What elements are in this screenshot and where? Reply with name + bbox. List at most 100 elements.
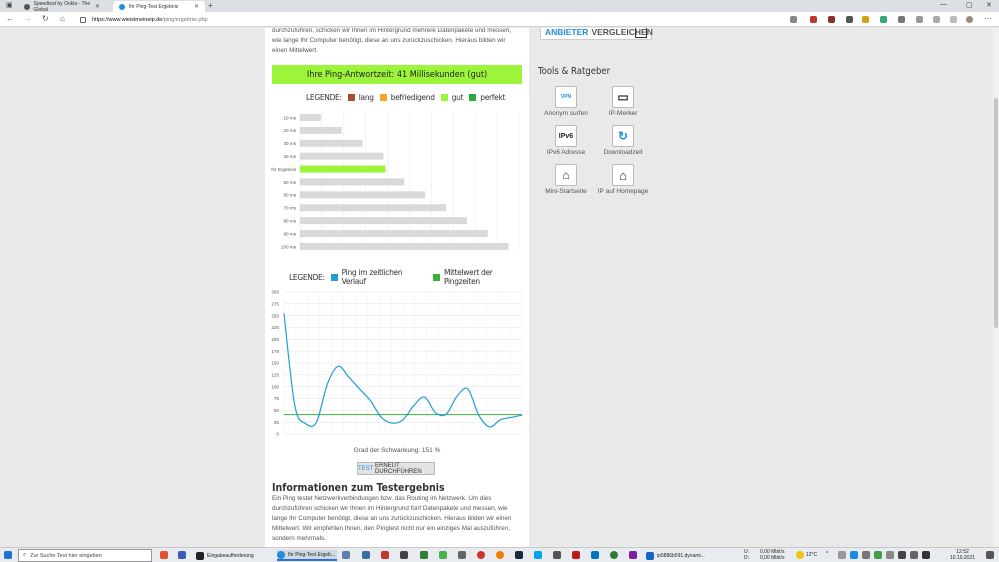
tray-icon[interactable] — [850, 551, 858, 559]
extension-icon[interactable] — [846, 16, 853, 23]
clock[interactable]: 12:52 10.10.2021 — [950, 549, 975, 561]
new-tab-icon[interactable]: + — [208, 1, 213, 10]
favorites-star-icon[interactable] — [790, 16, 797, 23]
notepad-icon[interactable] — [362, 551, 370, 559]
ipv6-icon: IPv6 — [555, 125, 577, 147]
url-path: /ping/ergebnis.php — [162, 16, 208, 23]
legend-swatch-ping-verlauf — [330, 273, 338, 281]
app-icon[interactable] — [591, 551, 599, 559]
close-tab-icon[interactable]: ✕ — [194, 3, 199, 10]
calculator-icon[interactable] — [342, 551, 350, 559]
steam-icon[interactable] — [515, 551, 523, 559]
back-icon[interactable]: ← — [6, 14, 14, 23]
taskbar-app-remote[interactable]: ip5886b591.dynami... — [646, 550, 706, 561]
tab-speedtest[interactable]: Speedtest by Ookla - The Global ✕ — [18, 1, 106, 13]
app-icon[interactable] — [534, 551, 542, 559]
notifications-icon[interactable] — [986, 551, 994, 559]
document-icon — [635, 28, 647, 38]
tray-icon[interactable] — [874, 551, 882, 559]
more-menu-icon[interactable]: ⋯ — [984, 14, 992, 23]
taskbar-app-cmd[interactable]: Eingabeaufforderung — [196, 550, 272, 561]
taskbar-app-edge[interactable]: Ihr Ping-Test Ergeb... — [277, 550, 337, 561]
app-icon[interactable] — [572, 551, 580, 559]
sidebar: ANBIETER VERGLEICHEN Tools & Ratgeber VPN… — [530, 28, 662, 547]
extension-icon[interactable] — [898, 16, 905, 23]
vpn-shield-icon: VPN — [555, 86, 577, 108]
maximize-icon[interactable]: ▢ — [966, 1, 973, 9]
tool-mini-startseite[interactable]: ⌂ Mini-Startseite — [536, 164, 596, 195]
app-icon[interactable] — [400, 551, 408, 559]
xbox-icon[interactable] — [439, 551, 447, 559]
extension-icon[interactable] — [880, 16, 887, 23]
extension-icon[interactable] — [862, 16, 869, 23]
app-icon[interactable] — [553, 551, 561, 559]
network-icon[interactable] — [898, 551, 906, 559]
remote-desktop-icon — [646, 551, 654, 560]
tool-ip-auf-homepage[interactable]: ⌂ IP auf Homepage — [593, 164, 653, 195]
app-icon[interactable] — [610, 551, 618, 559]
bar — [300, 230, 488, 238]
extension-icon[interactable] — [810, 16, 817, 23]
app-icon[interactable] — [496, 551, 504, 559]
app-icon[interactable] — [629, 551, 637, 559]
network-speed-values: 0,00 Mbit/s 0,00 Mbit/s — [760, 549, 784, 561]
download-time-icon: ↻ — [612, 125, 634, 147]
cmd-icon — [196, 551, 204, 560]
maps-pin-icon[interactable] — [160, 551, 168, 559]
tab-ping-result[interactable]: Ihr Ping-Test Ergebnis ✕ — [113, 1, 205, 12]
tray-icon[interactable] — [886, 551, 894, 559]
close-window-icon[interactable]: ✕ — [986, 1, 992, 9]
result-bar — [300, 165, 386, 173]
scrollbar-thumb[interactable] — [994, 98, 998, 328]
extension-icon[interactable] — [828, 16, 835, 23]
compare-label-part1: ANBIETER — [545, 28, 589, 37]
weather-icon[interactable] — [796, 551, 804, 559]
tab-actions-icon[interactable]: ▣ — [6, 1, 13, 9]
tray-icon[interactable] — [838, 551, 846, 559]
home-icon[interactable]: ⌂ — [60, 14, 65, 23]
close-tab-icon[interactable]: ✕ — [95, 3, 100, 10]
app-icon[interactable] — [458, 551, 466, 559]
y-tick-label: 250 — [271, 313, 279, 318]
tool-anonym-surfen[interactable]: VPN Anonym surfen — [536, 86, 596, 117]
bar-category-label: 90 ms — [283, 231, 296, 236]
tool-label: IP auf Homepage — [597, 188, 649, 195]
app-icon[interactable] — [420, 551, 428, 559]
bar-category-label: 70 ms — [283, 206, 296, 211]
compare-providers-button[interactable]: ANBIETER VERGLEICHEN — [540, 28, 653, 40]
language-icon[interactable] — [922, 551, 930, 559]
page-scrollbar[interactable] — [993, 28, 999, 547]
y-tick-label: 75 — [274, 396, 280, 401]
windows-start-icon[interactable] — [4, 551, 12, 559]
collections-icon[interactable] — [916, 16, 923, 23]
volume-icon[interactable] — [910, 551, 918, 559]
tray-chevron-icon[interactable]: ^ — [826, 551, 828, 557]
bar-category-label: 60 ms — [283, 193, 296, 198]
tray-icon[interactable] — [862, 551, 870, 559]
tool-ipv6-adresse[interactable]: IPv6 IPv6 Adresse — [536, 125, 596, 156]
net-down-value: 0,00 Mbit/s — [760, 555, 785, 561]
teams-icon[interactable] — [178, 551, 186, 559]
retest-button[interactable]: TEST ERNEUT DURCHFÜHREN — [357, 462, 435, 475]
profile-avatar[interactable] — [966, 16, 973, 23]
minimize-icon[interactable]: — — [940, 1, 947, 8]
tool-ip-merker[interactable]: ▭ IP-Merker — [593, 86, 653, 117]
taskbar-search-input[interactable]: ⌕ Zur Suche Text hier eingeben — [18, 549, 152, 562]
legend-swatch-gut — [440, 94, 448, 101]
address-toolbar: ← → ↻ ⌂ https://www.wieistmeineip.de/pin… — [0, 12, 999, 27]
house-icon: ⌂ — [612, 164, 634, 186]
mini-home-icon: ⌂ — [555, 164, 577, 186]
line-legend: LEGENDE: Ping im zeitlichen Verlauf Mitt… — [289, 268, 529, 286]
bar-category-label: 80 ms — [283, 218, 296, 223]
app-icon[interactable] — [477, 551, 485, 559]
app-64-icon[interactable] — [381, 551, 389, 559]
legend-swatch-lang — [347, 94, 355, 101]
speedtest-favicon-icon — [24, 3, 30, 10]
downloads-icon[interactable] — [950, 16, 957, 23]
reload-icon[interactable]: ↻ — [42, 14, 49, 23]
retest-label-part1: TEST — [358, 465, 374, 472]
tool-downloadzeit[interactable]: ↻ Downloadzeit — [593, 125, 653, 156]
favorites-icon[interactable] — [933, 16, 940, 23]
url-field[interactable]: https://www.wieistmeineip.de/ping/ergebn… — [80, 14, 780, 25]
forward-icon[interactable]: → — [24, 14, 32, 23]
